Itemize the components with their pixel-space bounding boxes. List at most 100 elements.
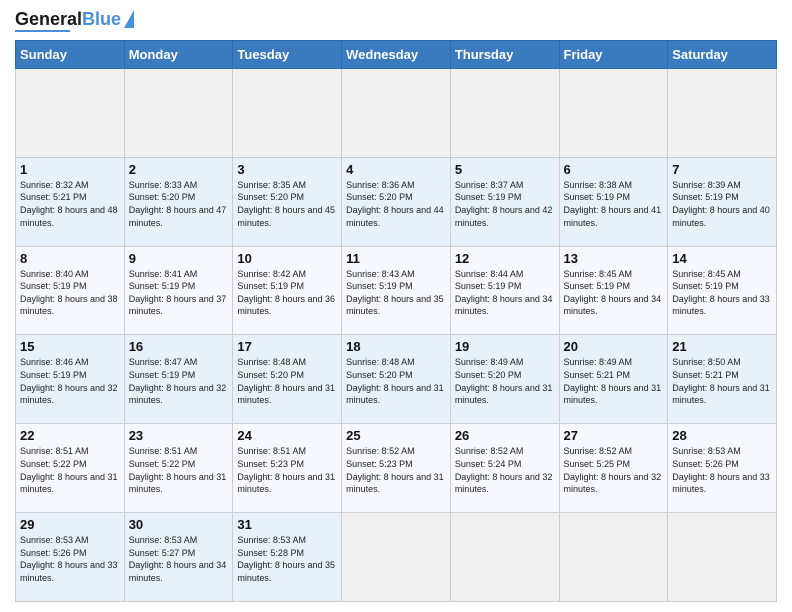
calendar-week-2: 8 Sunrise: 8:40 AMSunset: 5:19 PMDaylight… [16,246,777,335]
calendar-cell [450,513,559,602]
day-number: 19 [455,339,555,354]
cell-details: Sunrise: 8:45 AMSunset: 5:19 PMDaylight:… [672,269,770,317]
day-number: 10 [237,251,337,266]
calendar-cell: 7Sunrise: 8:39 AMSunset: 5:19 PMDaylight… [668,157,777,246]
day-number: 9 [129,251,229,266]
calendar-cell: 24Sunrise: 8:51 AMSunset: 5:23 PMDayligh… [233,424,342,513]
calendar-week-4: 22Sunrise: 8:51 AMSunset: 5:22 PMDayligh… [16,424,777,513]
calendar-cell: 19 Sunrise: 8:49 AMSunset: 5:20 PMDayligh… [450,335,559,424]
calendar-week-3: 15 Sunrise: 8:46 AMSunset: 5:19 PMDayligh… [16,335,777,424]
calendar-cell [668,69,777,158]
page: GeneralBlue SundayMondayTuesdayWednesday… [0,0,792,612]
cell-details: Sunrise: 8:52 AMSunset: 5:23 PMDaylight:… [346,446,444,494]
day-header-wednesday: Wednesday [342,41,451,69]
day-header-thursday: Thursday [450,41,559,69]
day-number: 8 [20,251,120,266]
calendar-cell: 21 Sunrise: 8:50 AMSunset: 5:21 PMDayligh… [668,335,777,424]
cell-details: Sunrise: 8:32 AMSunset: 5:21 PMDaylight:… [20,180,118,228]
calendar-cell: 4 Sunrise: 8:36 AMSunset: 5:20 PMDaylight… [342,157,451,246]
calendar-cell: 3 Sunrise: 8:35 AMSunset: 5:20 PMDaylight… [233,157,342,246]
cell-details: Sunrise: 8:49 AMSunset: 5:21 PMDaylight:… [564,357,662,405]
cell-details: Sunrise: 8:45 AMSunset: 5:19 PMDaylight:… [564,269,662,317]
calendar-cell: 17 Sunrise: 8:48 AMSunset: 5:20 PMDayligh… [233,335,342,424]
calendar-cell: 18Sunrise: 8:48 AMSunset: 5:20 PMDayligh… [342,335,451,424]
cell-details: Sunrise: 8:41 AMSunset: 5:19 PMDaylight:… [129,269,227,317]
day-number: 21 [672,339,772,354]
calendar-cell [124,69,233,158]
day-number: 6 [564,162,664,177]
cell-details: Sunrise: 8:43 AMSunset: 5:19 PMDaylight:… [346,269,444,317]
cell-details: Sunrise: 8:49 AMSunset: 5:20 PMDaylight:… [455,357,553,405]
cell-details: Sunrise: 8:40 AMSunset: 5:19 PMDaylight:… [20,269,118,317]
day-header-tuesday: Tuesday [233,41,342,69]
day-number: 1 [20,162,120,177]
calendar-cell [559,69,668,158]
calendar-cell: 27 Sunrise: 8:52 AMSunset: 5:25 PMDayligh… [559,424,668,513]
day-number: 13 [564,251,664,266]
calendar-week-0 [16,69,777,158]
calendar-cell: 11Sunrise: 8:43 AMSunset: 5:19 PMDayligh… [342,246,451,335]
header: GeneralBlue [15,10,777,32]
cell-details: Sunrise: 8:52 AMSunset: 5:25 PMDaylight:… [564,446,662,494]
day-header-friday: Friday [559,41,668,69]
day-number: 16 [129,339,229,354]
cell-details: Sunrise: 8:38 AMSunset: 5:19 PMDaylight:… [564,180,662,228]
cell-details: Sunrise: 8:46 AMSunset: 5:19 PMDaylight:… [20,357,118,405]
calendar-cell: 22Sunrise: 8:51 AMSunset: 5:22 PMDayligh… [16,424,125,513]
logo-triangle-icon [124,10,134,28]
day-number: 2 [129,162,229,177]
calendar-cell: 16 Sunrise: 8:47 AMSunset: 5:19 PMDayligh… [124,335,233,424]
day-number: 27 [564,428,664,443]
day-number: 5 [455,162,555,177]
calendar-table: SundayMondayTuesdayWednesdayThursdayFrid… [15,40,777,602]
cell-details: Sunrise: 8:50 AMSunset: 5:21 PMDaylight:… [672,357,770,405]
calendar-cell: 2 Sunrise: 8:33 AMSunset: 5:20 PMDaylight… [124,157,233,246]
day-number: 4 [346,162,446,177]
cell-details: Sunrise: 8:52 AMSunset: 5:24 PMDaylight:… [455,446,553,494]
calendar-cell [450,69,559,158]
calendar-week-1: 1 Sunrise: 8:32 AMSunset: 5:21 PMDaylight… [16,157,777,246]
cell-details: Sunrise: 8:47 AMSunset: 5:19 PMDaylight:… [129,357,227,405]
calendar-cell: 28Sunrise: 8:53 AMSunset: 5:26 PMDayligh… [668,424,777,513]
cell-details: Sunrise: 8:42 AMSunset: 5:19 PMDaylight:… [237,269,335,317]
cell-details: Sunrise: 8:48 AMSunset: 5:20 PMDaylight:… [237,357,335,405]
day-number: 17 [237,339,337,354]
calendar-cell: 6 Sunrise: 8:38 AMSunset: 5:19 PMDaylight… [559,157,668,246]
day-number: 12 [455,251,555,266]
calendar-cell [342,513,451,602]
day-header-monday: Monday [124,41,233,69]
day-number: 15 [20,339,120,354]
cell-details: Sunrise: 8:37 AMSunset: 5:19 PMDaylight:… [455,180,553,228]
day-number: 22 [20,428,120,443]
day-number: 26 [455,428,555,443]
calendar-cell: 9 Sunrise: 8:41 AMSunset: 5:19 PMDaylight… [124,246,233,335]
cell-details: Sunrise: 8:44 AMSunset: 5:19 PMDaylight:… [455,269,553,317]
calendar-cell: 8 Sunrise: 8:40 AMSunset: 5:19 PMDaylight… [16,246,125,335]
calendar-week-5: 29Sunrise: 8:53 AMSunset: 5:26 PMDayligh… [16,513,777,602]
day-number: 18 [346,339,446,354]
calendar-cell: 5 Sunrise: 8:37 AMSunset: 5:19 PMDaylight… [450,157,559,246]
day-number: 20 [564,339,664,354]
day-number: 28 [672,428,772,443]
calendar-header-row: SundayMondayTuesdayWednesdayThursdayFrid… [16,41,777,69]
day-number: 14 [672,251,772,266]
day-header-sunday: Sunday [16,41,125,69]
cell-details: Sunrise: 8:35 AMSunset: 5:20 PMDaylight:… [237,180,335,228]
day-number: 3 [237,162,337,177]
day-header-saturday: Saturday [668,41,777,69]
cell-details: Sunrise: 8:53 AMSunset: 5:27 PMDaylight:… [129,535,227,583]
cell-details: Sunrise: 8:39 AMSunset: 5:19 PMDaylight:… [672,180,770,228]
calendar-cell: 15 Sunrise: 8:46 AMSunset: 5:19 PMDayligh… [16,335,125,424]
day-number: 30 [129,517,229,532]
day-number: 25 [346,428,446,443]
calendar-cell: 1 Sunrise: 8:32 AMSunset: 5:21 PMDaylight… [16,157,125,246]
calendar-cell [16,69,125,158]
calendar-cell: 20 Sunrise: 8:49 AMSunset: 5:21 PMDayligh… [559,335,668,424]
cell-details: Sunrise: 8:36 AMSunset: 5:20 PMDaylight:… [346,180,444,228]
cell-details: Sunrise: 8:33 AMSunset: 5:20 PMDaylight:… [129,180,227,228]
calendar-cell: 26 Sunrise: 8:52 AMSunset: 5:24 PMDayligh… [450,424,559,513]
calendar-cell: 14 Sunrise: 8:45 AMSunset: 5:19 PMDayligh… [668,246,777,335]
calendar-cell [342,69,451,158]
calendar-cell [559,513,668,602]
calendar-cell: 10 Sunrise: 8:42 AMSunset: 5:19 PMDayligh… [233,246,342,335]
